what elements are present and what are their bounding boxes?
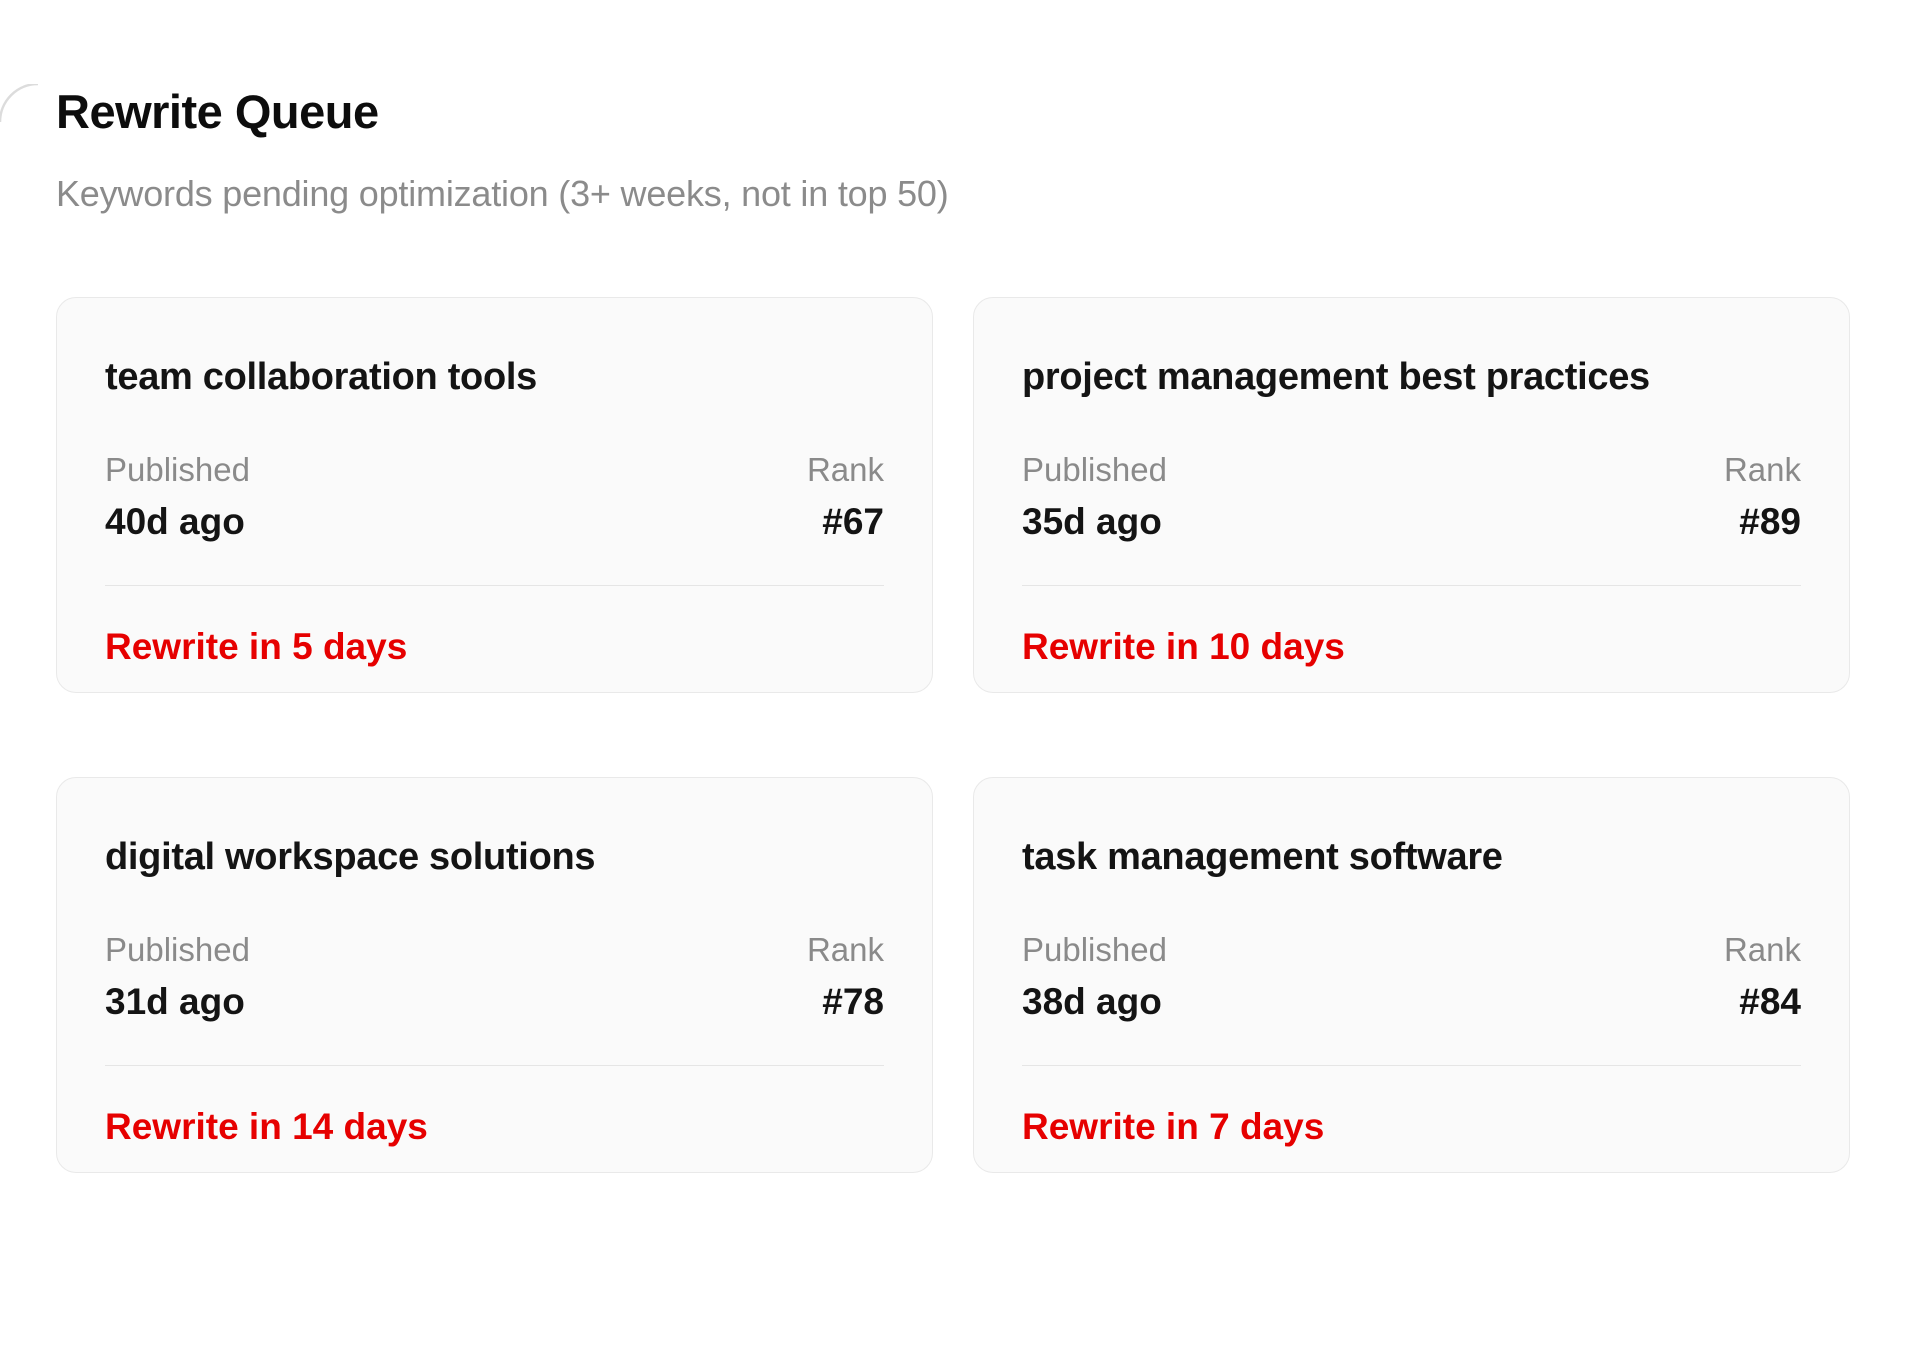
rewrite-status: Rewrite in 10 days (1022, 626, 1801, 668)
rank-stat: Rank #78 (807, 931, 884, 1023)
rank-stat: Rank #67 (807, 451, 884, 543)
rank-label: Rank (1724, 931, 1801, 969)
rank-value: #78 (807, 981, 884, 1023)
keyword-title: digital workspace solutions (105, 836, 884, 879)
card-divider (105, 1065, 884, 1066)
rank-label: Rank (807, 931, 884, 969)
published-label: Published (1022, 931, 1167, 969)
card-stats-row: Published 35d ago Rank #89 (1022, 451, 1801, 543)
page-subtitle: Keywords pending optimization (3+ weeks,… (56, 173, 1850, 215)
keyword-title: team collaboration tools (105, 356, 884, 399)
rank-value: #89 (1724, 501, 1801, 543)
card-stats-row: Published 31d ago Rank #78 (105, 931, 884, 1023)
page-title: Rewrite Queue (56, 84, 1850, 139)
published-stat: Published 40d ago (105, 451, 250, 543)
keyword-card[interactable]: digital workspace solutions Published 31… (56, 777, 933, 1173)
published-label: Published (105, 931, 250, 969)
card-stats-row: Published 40d ago Rank #67 (105, 451, 884, 543)
published-value: 38d ago (1022, 981, 1167, 1023)
keyword-title: task management software (1022, 836, 1801, 879)
rank-stat: Rank #84 (1724, 931, 1801, 1023)
card-stats-row: Published 38d ago Rank #84 (1022, 931, 1801, 1023)
rank-value: #84 (1724, 981, 1801, 1023)
card-divider (1022, 1065, 1801, 1066)
card-divider (1022, 585, 1801, 586)
rewrite-queue-section: Rewrite Queue Keywords pending optimizat… (0, 84, 1906, 1173)
keyword-title: project management best practices (1022, 356, 1801, 399)
rewrite-status: Rewrite in 14 days (105, 1106, 884, 1148)
rank-value: #67 (807, 501, 884, 543)
rank-label: Rank (807, 451, 884, 489)
keyword-card[interactable]: project management best practices Publis… (973, 297, 1850, 693)
published-stat: Published 31d ago (105, 931, 250, 1023)
rank-label: Rank (1724, 451, 1801, 489)
published-value: 40d ago (105, 501, 250, 543)
rewrite-status: Rewrite in 5 days (105, 626, 884, 668)
published-value: 31d ago (105, 981, 250, 1023)
keyword-card[interactable]: task management software Published 38d a… (973, 777, 1850, 1173)
card-divider (105, 585, 884, 586)
published-stat: Published 35d ago (1022, 451, 1167, 543)
rank-stat: Rank #89 (1724, 451, 1801, 543)
published-label: Published (1022, 451, 1167, 489)
published-label: Published (105, 451, 250, 489)
keyword-card-grid: team collaboration tools Published 40d a… (56, 297, 1850, 1173)
published-stat: Published 38d ago (1022, 931, 1167, 1023)
published-value: 35d ago (1022, 501, 1167, 543)
rewrite-status: Rewrite in 7 days (1022, 1106, 1801, 1148)
keyword-card[interactable]: team collaboration tools Published 40d a… (56, 297, 933, 693)
